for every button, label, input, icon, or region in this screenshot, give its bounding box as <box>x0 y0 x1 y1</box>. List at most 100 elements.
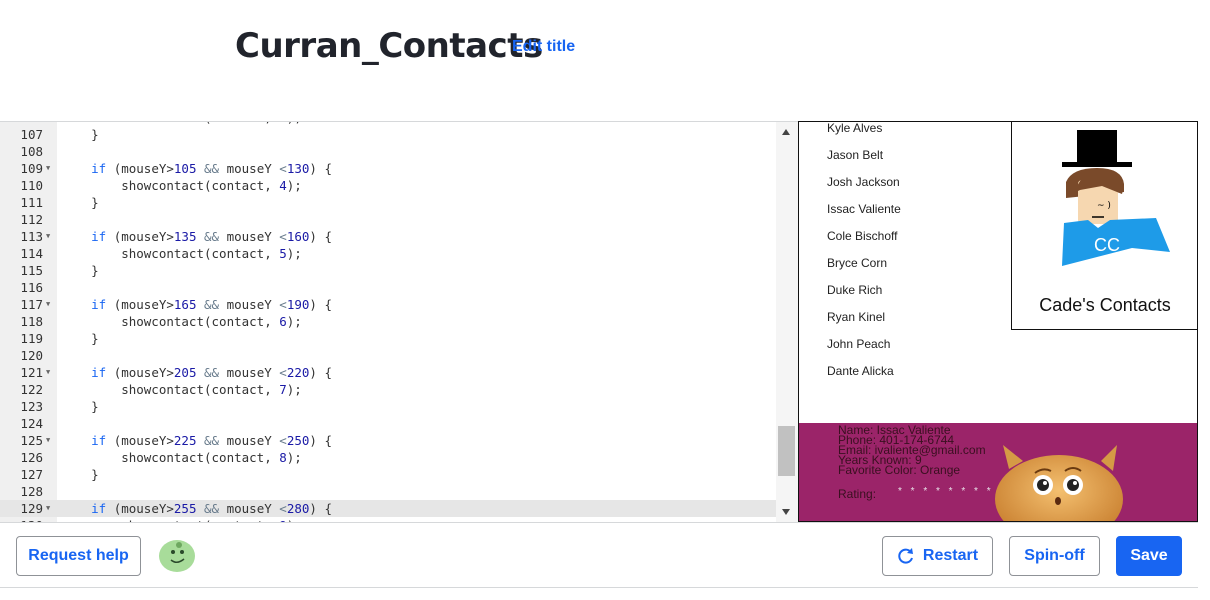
code-token: (mouseY> <box>106 229 174 244</box>
code-line[interactable]: 126 showcontact(contact, 8); <box>0 449 776 466</box>
code-line[interactable]: 111 } <box>0 194 776 211</box>
code-token: ) { <box>309 433 332 448</box>
contact-list-item[interactable]: Jason Belt <box>827 148 883 162</box>
code-line[interactable]: 112 <box>0 211 776 228</box>
code-token: 8 <box>279 450 287 465</box>
code-line[interactable]: 115 } <box>0 262 776 279</box>
request-help-button[interactable]: Request help <box>16 536 141 576</box>
code-line[interactable]: 121 ▼ if (mouseY>205 && mouseY <220) { <box>0 364 776 381</box>
code-editor[interactable]: 106 showcontact(contact, 3);107 }108109▼… <box>0 121 798 522</box>
code-token: < <box>279 229 287 244</box>
code-line[interactable]: 123 } <box>0 398 776 415</box>
code-line[interactable]: 114 showcontact(contact, 5); <box>0 245 776 262</box>
code-line[interactable]: 118 showcontact(contact, 6); <box>0 313 776 330</box>
fold-arrow-icon[interactable]: ▼ <box>46 364 50 381</box>
code-line[interactable]: 110 showcontact(contact, 4); <box>0 177 776 194</box>
code-token: (mouseY> <box>106 501 174 516</box>
code-token: if <box>91 297 107 312</box>
code-token: (mouseY> <box>106 365 174 380</box>
program-output-canvas[interactable]: Kyle Alves Jason Belt Josh Jackson Issac Va… <box>798 121 1198 522</box>
code-line[interactable]: 122 showcontact(contact, 7); <box>0 381 776 398</box>
code-token: 130 <box>286 161 310 176</box>
code-token: && <box>204 365 220 380</box>
spin-off-button[interactable]: Spin-off <box>1009 536 1100 576</box>
code-token: ) { <box>309 161 332 176</box>
code-line[interactable]: 119 } <box>0 330 776 347</box>
line-number: 118 <box>20 314 43 329</box>
line-number: 115 <box>20 263 43 278</box>
code-token: if <box>91 433 107 448</box>
code-line[interactable]: 107 } <box>0 126 776 143</box>
detail-rating-label: Rating: <box>838 487 877 501</box>
code-line[interactable]: 129 ▼ if (mouseY>255 && mouseY <280) { <box>0 500 776 517</box>
contact-list-item[interactable]: Issac Valiente <box>827 202 901 216</box>
contact-list-item[interactable]: Cole Bischoff <box>827 229 897 243</box>
fold-arrow-icon[interactable]: ▼ <box>46 432 50 449</box>
page-title: Curran_Contacts <box>235 26 543 66</box>
code-area[interactable]: 106 showcontact(contact, 3);107 }108109▼… <box>0 122 776 522</box>
code-line[interactable]: 124 <box>0 415 776 432</box>
contact-list-item[interactable]: Kyle Alves <box>827 122 882 135</box>
code-line[interactable]: 117 ▼ if (mouseY>165 && mouseY <190) { <box>0 296 776 313</box>
code-line[interactable]: 120 <box>0 347 776 364</box>
line-number: 108 <box>20 144 43 159</box>
code-token: mouseY <box>219 365 280 380</box>
rating-stars: * * * * * * * * <box>898 486 994 497</box>
code-token: showcontact(contact, <box>61 246 280 261</box>
code-token: ); <box>286 246 302 261</box>
fold-arrow-icon[interactable]: ▼ <box>46 160 50 177</box>
code-line[interactable]: 108 <box>0 143 776 160</box>
save-button[interactable]: Save <box>1116 536 1182 576</box>
restart-label: Restart <box>922 547 979 564</box>
edit-title-link[interactable]: Edit title <box>512 38 575 56</box>
line-number: 111 <box>20 195 43 210</box>
code-token: mouseY <box>219 433 280 448</box>
code-line[interactable]: 125 ▼ if (mouseY>225 && mouseY <250) { <box>0 432 776 449</box>
code-line[interactable]: 127 } <box>0 466 776 483</box>
code-token: } <box>61 331 99 346</box>
code-text: if (mouseY>255 && mouseY <280) { <box>61 500 332 517</box>
line-number: 125 <box>20 433 43 448</box>
code-line[interactable]: 109 ▼ if (mouseY>105 && mouseY <130) { <box>0 160 776 177</box>
code-token: ) { <box>309 365 332 380</box>
code-token: mouseY <box>219 229 280 244</box>
contact-list-item[interactable]: Dante Alicka <box>827 364 894 378</box>
fold-arrow-icon[interactable]: ▼ <box>46 228 50 245</box>
line-number: 113 <box>20 229 43 244</box>
scrollbar-thumb[interactable] <box>778 426 795 476</box>
contact-list-item[interactable]: John Peach <box>827 337 890 351</box>
code-token: 5 <box>279 246 287 261</box>
contact-list-item[interactable]: Bryce Corn <box>827 256 887 270</box>
code-token: && <box>204 501 220 516</box>
line-number: 116 <box>20 280 43 295</box>
avatar-icon[interactable] <box>157 537 197 573</box>
code-line[interactable]: 116 <box>0 279 776 296</box>
restart-button[interactable]: Restart <box>882 536 993 576</box>
line-number: 110 <box>20 178 43 193</box>
contact-list-item[interactable]: Duke Rich <box>827 283 882 297</box>
code-line[interactable]: 128 <box>0 483 776 500</box>
scroll-down-icon[interactable] <box>782 509 790 515</box>
fold-arrow-icon[interactable]: ▼ <box>46 296 50 313</box>
page: Curran_Contacts Edit title 106 showconta… <box>0 0 1210 600</box>
code-text: } <box>61 330 99 347</box>
line-number: 107 <box>20 127 43 142</box>
scroll-up-icon[interactable] <box>782 129 790 135</box>
contact-list-item[interactable]: Ryan Kinel <box>827 310 885 324</box>
logo-badge-text: CC <box>1094 235 1120 255</box>
footer-bar: Request help Restart Spin-off Save <box>0 522 1198 588</box>
fold-arrow-icon[interactable]: ▼ <box>46 500 50 517</box>
code-token: ); <box>286 382 302 397</box>
code-text: showcontact(contact, 4); <box>61 177 302 194</box>
code-line[interactable]: 113 ▼ if (mouseY>135 && mouseY <160) { <box>0 228 776 245</box>
editor-scrollbar[interactable] <box>776 122 798 522</box>
line-number: 123 <box>20 399 43 414</box>
logo-box: ~ ) CC Cade's Contacts <box>1011 122 1197 330</box>
code-token: 190 <box>286 297 310 312</box>
contact-list-item[interactable]: Josh Jackson <box>827 175 900 189</box>
line-number: 127 <box>20 467 43 482</box>
